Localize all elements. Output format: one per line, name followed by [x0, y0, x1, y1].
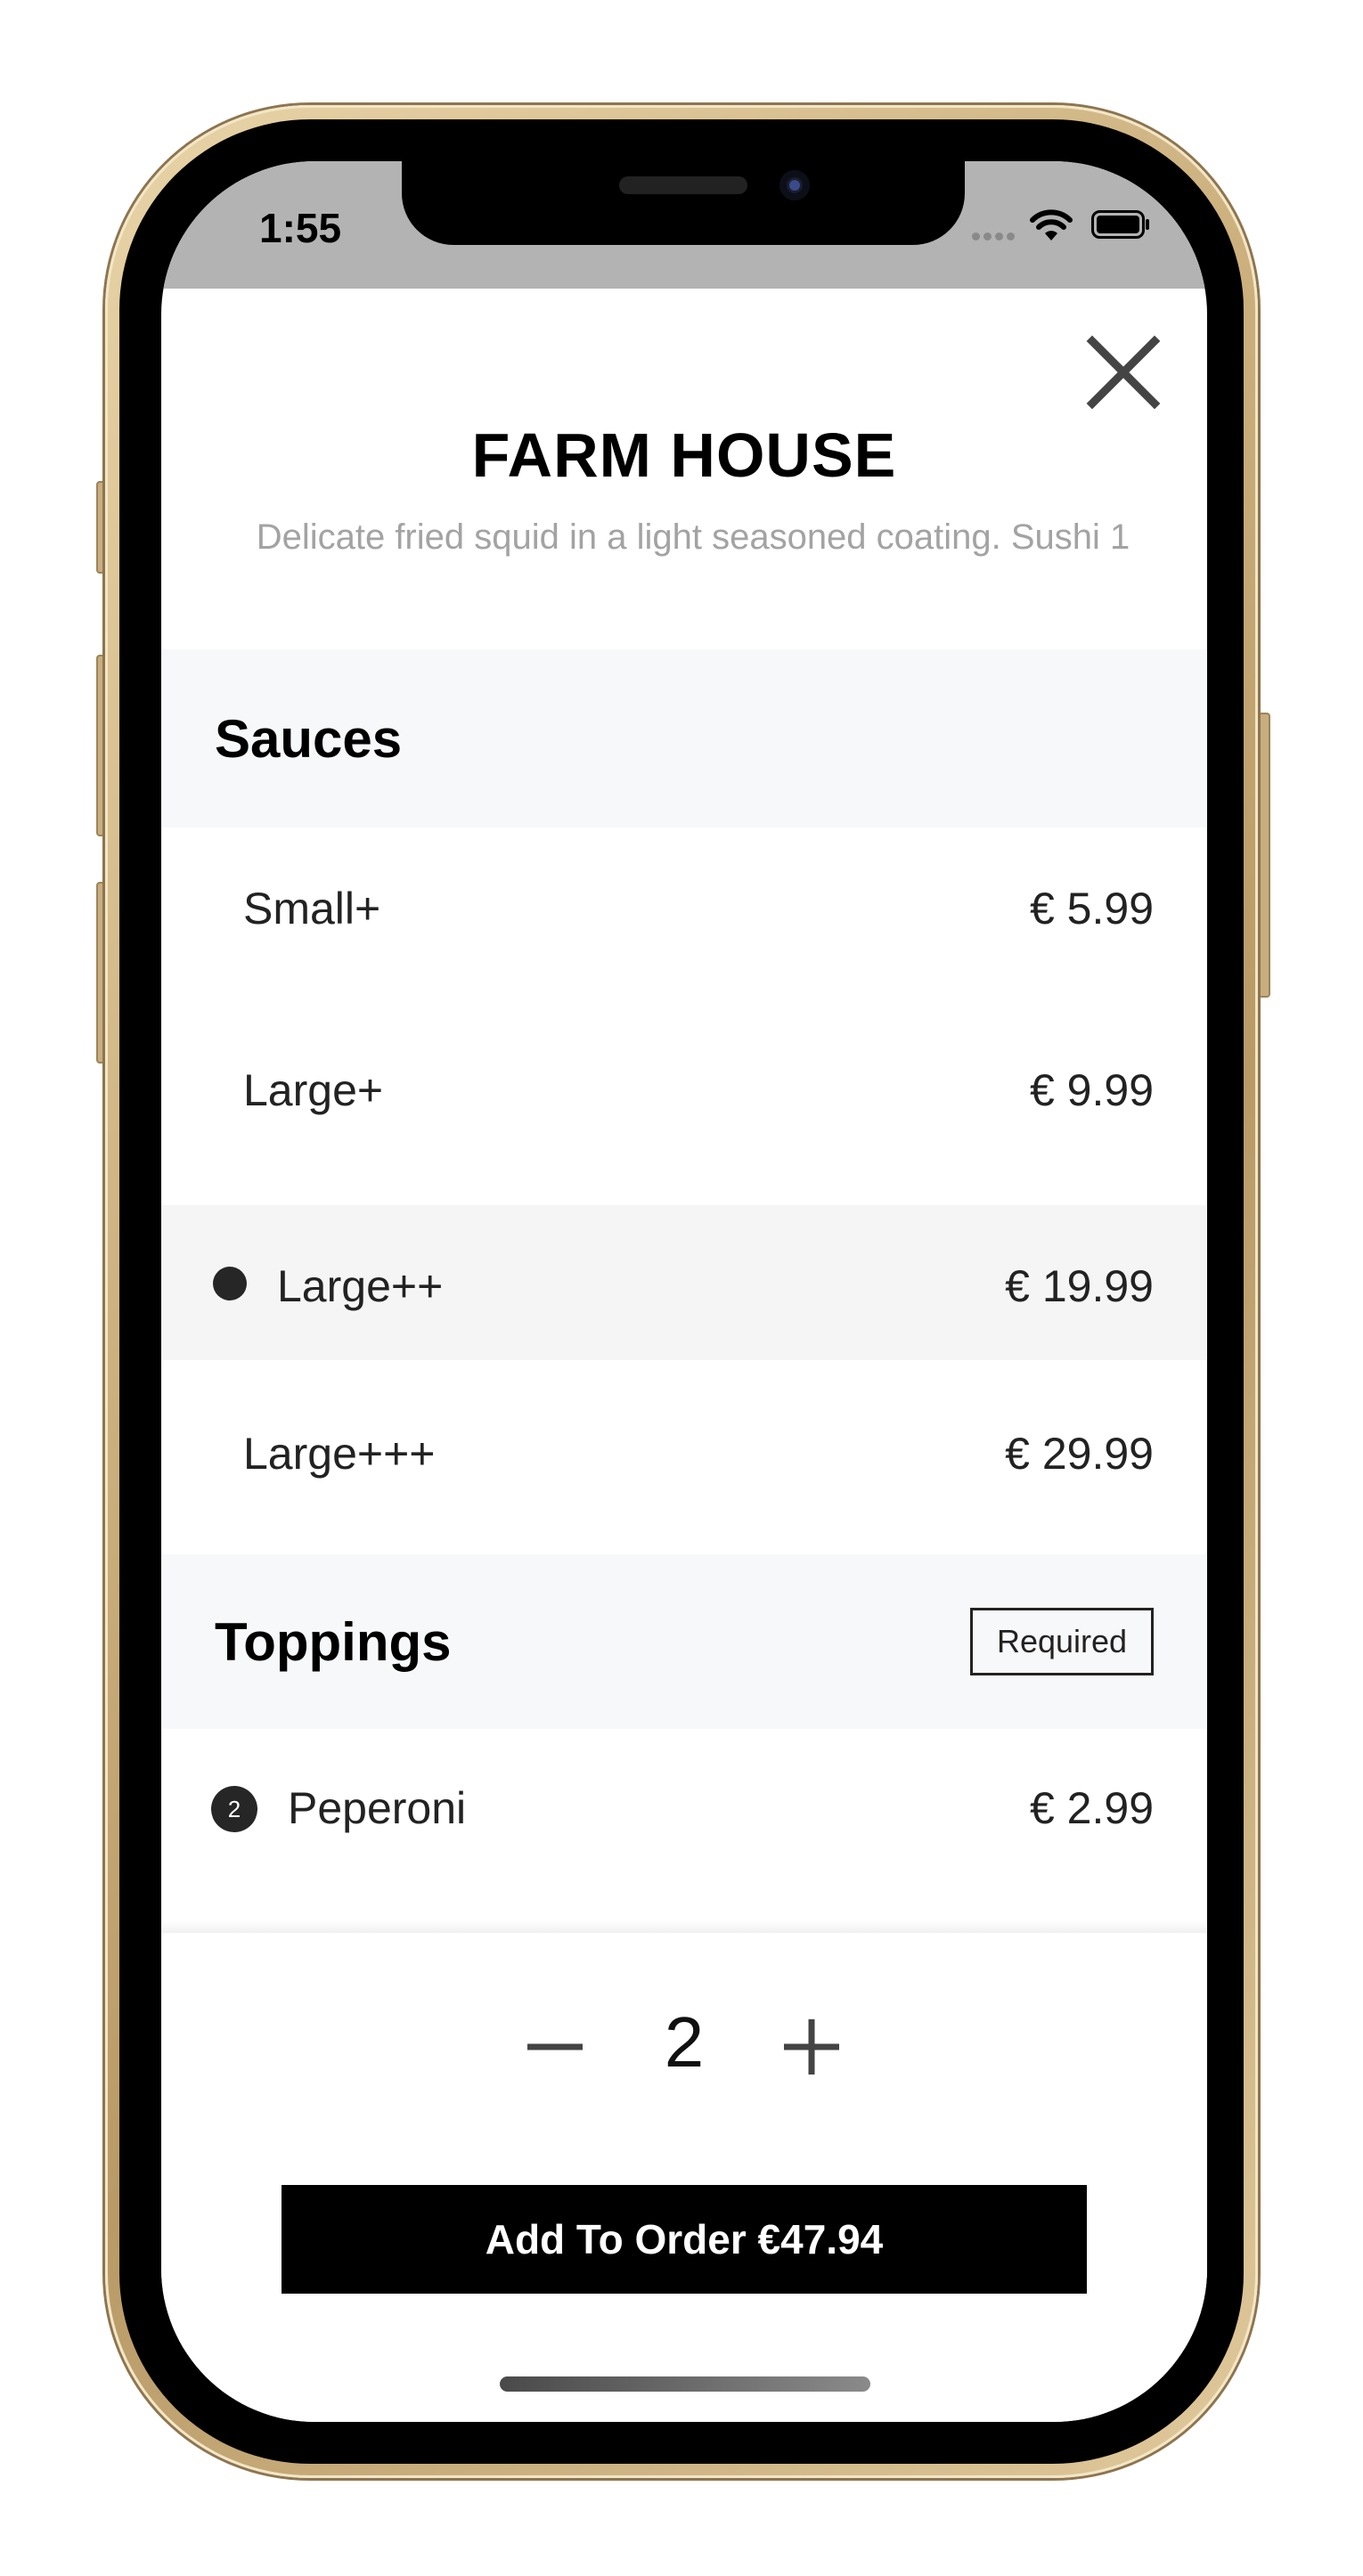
topping-label: Peperoni [288, 1783, 467, 1833]
toppings-section-header: Toppings Required [161, 1554, 1207, 1729]
option-price: € 9.99 [1029, 1065, 1154, 1115]
close-button[interactable] [1083, 332, 1163, 412]
item-description: Delicate fried squid in a light seasoned… [256, 518, 1130, 557]
option-label: Large++ [277, 1261, 444, 1311]
plus-icon [784, 2019, 839, 2075]
wifi-icon [1030, 209, 1073, 240]
quantity-decrease-button[interactable] [524, 2016, 586, 2078]
item-title: FARM HOUSE [471, 420, 897, 490]
speaker [619, 176, 747, 194]
power-button [1258, 713, 1270, 998]
status-time: 1:55 [259, 205, 342, 251]
option-price: € 5.99 [1029, 884, 1154, 933]
sauce-option-large-plus[interactable]: Large+ € 9.99 [161, 1009, 1207, 1164]
home-indicator[interactable] [500, 2376, 870, 2392]
option-label: Large+++ [243, 1429, 436, 1479]
close-icon [1086, 335, 1161, 410]
footer-shadow [161, 1920, 1207, 1933]
option-price: € 29.99 [1005, 1429, 1154, 1479]
topping-price: € 2.99 [1029, 1783, 1154, 1833]
minus-icon [527, 2043, 583, 2050]
sauce-option-large-plus-plus-plus[interactable]: Large+++ € 29.99 [161, 1373, 1207, 1528]
option-label: Small+ [243, 884, 381, 933]
quantity-value: 2 [664, 2002, 705, 2082]
screen: 1:55 FARM HOUSE Delicate fried squid in … [161, 161, 1207, 2422]
topping-item-peperoni[interactable]: 2 Peperoni € 2.99 [161, 1729, 1207, 1920]
status-bar: 1:55 [161, 161, 1207, 289]
quantity-increase-button[interactable] [780, 2016, 843, 2078]
signal-dots-icon [972, 229, 1018, 245]
front-camera [779, 170, 810, 200]
notch [402, 161, 965, 245]
sauces-section-title: Sauces [215, 709, 403, 769]
option-price: € 19.99 [1005, 1261, 1154, 1311]
sauces-section-header: Sauces [161, 649, 1207, 827]
required-badge: Required [970, 1608, 1154, 1675]
option-label: Large+ [243, 1065, 384, 1115]
selected-radio-icon [213, 1267, 247, 1300]
battery-icon [1091, 210, 1149, 239]
add-to-order-button[interactable]: Add To Order €47.94 [282, 2185, 1087, 2294]
toppings-section-title: Toppings [215, 1612, 452, 1672]
order-footer: 2 Add To Order €47.94 [161, 1933, 1207, 2422]
topping-count-badge: 2 [211, 1786, 257, 1832]
sauce-option-small-plus[interactable]: Small+ € 5.99 [161, 827, 1207, 982]
sauce-option-large-plus-plus[interactable]: Large++ € 19.99 [161, 1205, 1207, 1360]
